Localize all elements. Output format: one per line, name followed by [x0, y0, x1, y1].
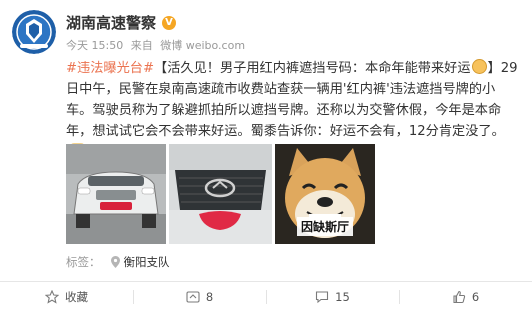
photo-grid: 因缺斯厅: [66, 144, 375, 244]
photo-car-front[interactable]: [66, 144, 166, 244]
post-meta: 今天 15:50 来自 微博 weibo.com: [66, 37, 249, 53]
like-count: 6: [471, 290, 480, 304]
comment-icon: [316, 291, 329, 304]
plate-closeup-icon: [169, 144, 272, 244]
favorite-button[interactable]: 收藏: [0, 282, 133, 312]
action-bar: 收藏 8 15 6: [0, 282, 532, 312]
repost-button[interactable]: 8: [133, 282, 266, 312]
tags-row: 标签： 衡阳支队: [66, 254, 170, 270]
star-icon: [45, 290, 59, 304]
car-photo-icon: [66, 144, 166, 244]
meme-caption: 因缺斯厅: [297, 217, 354, 236]
laugh-emoji-icon: [471, 59, 487, 74]
hashtag-link[interactable]: #违法曝光台#: [66, 61, 154, 76]
comment-button[interactable]: 15: [266, 282, 399, 312]
author-name-row[interactable]: 湖南高速警察 V: [66, 12, 177, 33]
photo-plate-closeup[interactable]: [169, 144, 272, 244]
photo-doge-meme[interactable]: 因缺斯厅: [275, 144, 375, 244]
police-emblem-icon: [12, 10, 56, 54]
post-time[interactable]: 今天 15:50: [66, 39, 123, 52]
repost-count: 8: [205, 290, 214, 304]
tag-item-label[interactable]: 衡阳支队: [124, 254, 170, 270]
comment-count: 15: [335, 290, 350, 304]
thumbs-up-icon: [453, 290, 465, 304]
via-prefix: 来自: [130, 39, 153, 52]
verified-badge-icon: V: [162, 15, 177, 30]
repost-icon: [186, 291, 200, 303]
avatar[interactable]: [12, 10, 56, 54]
tag-item[interactable]: 衡阳支队: [110, 254, 170, 270]
author-name[interactable]: 湖南高速警察: [66, 12, 156, 33]
post-text-part1: 【活久见！男子用红内裤遮挡号码：本命年能带来好运: [154, 61, 471, 76]
tags-label: 标签：: [66, 255, 101, 269]
post-source[interactable]: 微博 weibo.com: [160, 39, 245, 52]
location-pin-icon: [110, 256, 120, 268]
favorite-label: 收藏: [65, 290, 88, 304]
like-button[interactable]: 6: [399, 282, 532, 312]
